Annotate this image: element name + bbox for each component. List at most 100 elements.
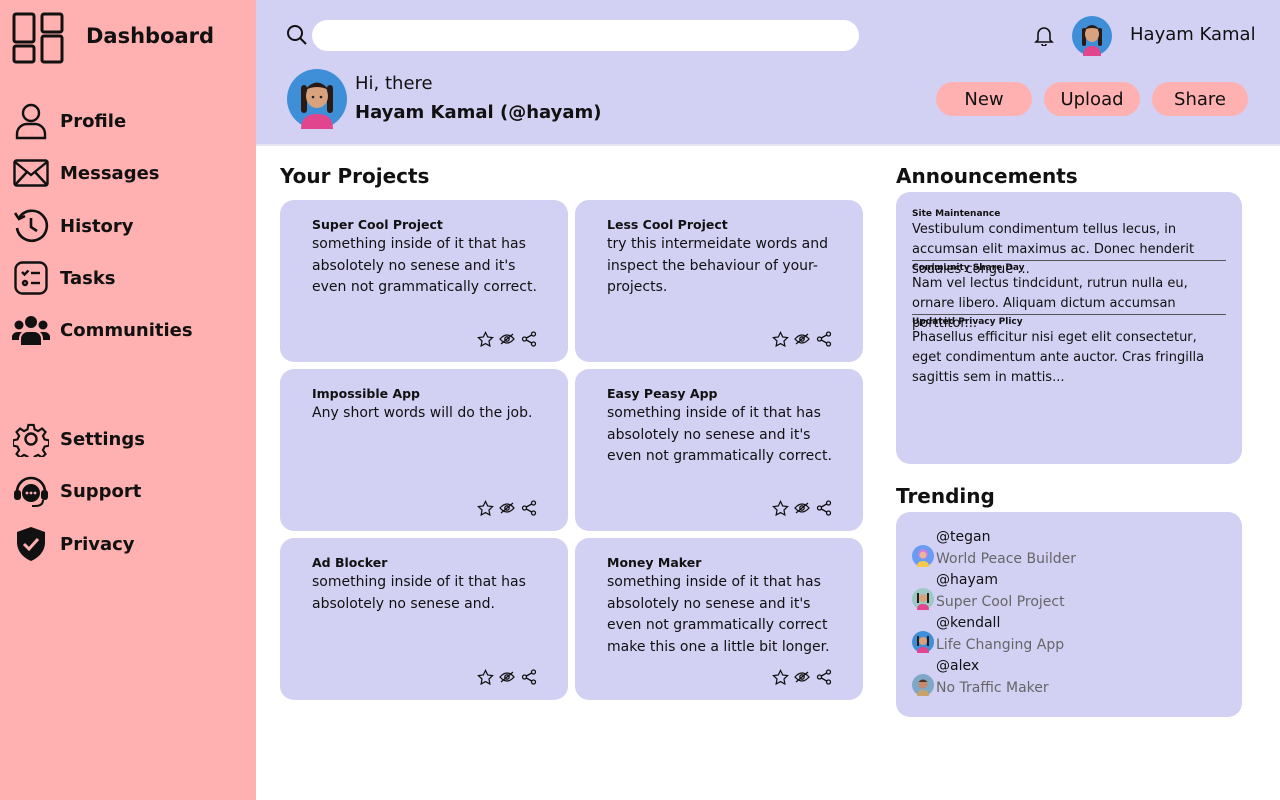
sidebar-item-label: History xyxy=(60,215,134,237)
shield-icon xyxy=(12,525,50,563)
share-icon[interactable] xyxy=(815,668,833,686)
sidebar-item-support[interactable]: Support xyxy=(12,471,141,511)
sidebar-item-communities[interactable]: Communities xyxy=(12,310,193,350)
divider xyxy=(912,260,1226,261)
star-icon[interactable] xyxy=(771,330,789,348)
trending-project: Super Cool Project xyxy=(936,594,1065,610)
upload-button[interactable]: Upload xyxy=(1044,82,1140,116)
user-name[interactable]: Hayam Kamal xyxy=(1130,24,1256,45)
share-button[interactable]: Share xyxy=(1152,82,1248,116)
star-icon[interactable] xyxy=(771,499,789,517)
sidebar-item-tasks[interactable]: Tasks xyxy=(12,258,116,298)
profile-avatar xyxy=(287,69,347,129)
sidebar-item-history[interactable]: History xyxy=(12,206,134,246)
trending-handle: @kendall xyxy=(936,615,1001,631)
avatar xyxy=(912,674,934,696)
avatar xyxy=(912,631,934,653)
hide-icon[interactable] xyxy=(793,668,811,686)
project-actions xyxy=(771,330,833,348)
sidebar-item-settings[interactable]: Settings xyxy=(12,419,145,459)
history-icon xyxy=(12,207,50,245)
avatar xyxy=(912,545,934,567)
project-card[interactable]: Less Cool Project try this intermeidate w… xyxy=(575,200,863,362)
share-icon[interactable] xyxy=(520,499,538,517)
project-actions xyxy=(476,499,538,517)
project-description: Any short words will do the job. xyxy=(312,405,533,421)
trending-project: No Traffic Maker xyxy=(936,680,1049,696)
sidebar-item-label: Settings xyxy=(60,428,145,450)
sidebar-title: Dashboard xyxy=(86,24,215,48)
hide-icon[interactable] xyxy=(793,499,811,517)
project-title: Ad Blocker xyxy=(312,555,388,570)
hide-icon[interactable] xyxy=(498,499,516,517)
sidebar: Dashboard Profile Messages History Tasks… xyxy=(0,0,256,800)
project-actions xyxy=(771,499,833,517)
project-card[interactable]: Impossible App Any short words will do th… xyxy=(280,369,568,531)
bell-icon[interactable] xyxy=(1033,24,1055,46)
project-title: Easy Peasy App xyxy=(607,386,718,401)
sidebar-item-messages[interactable]: Messages xyxy=(12,153,160,193)
sidebar-item-label: Profile xyxy=(60,110,127,132)
project-actions xyxy=(771,668,833,686)
sidebar-item-label: Support xyxy=(60,480,142,502)
project-actions xyxy=(476,330,538,348)
star-icon[interactable] xyxy=(771,668,789,686)
dashboard-icon xyxy=(12,12,64,64)
hide-icon[interactable] xyxy=(793,330,811,348)
trending-handle: @tegan xyxy=(936,529,991,545)
sidebar-item-label: Messages xyxy=(60,162,160,184)
project-actions xyxy=(476,668,538,686)
trending-title: Trending xyxy=(896,484,995,508)
sidebar-item-label: Privacy xyxy=(60,533,135,555)
hide-icon[interactable] xyxy=(498,330,516,348)
sidebar-item-label: Communities xyxy=(60,319,193,341)
star-icon[interactable] xyxy=(476,499,494,517)
project-card[interactable]: Money Maker something inside of it that h… xyxy=(575,538,863,700)
divider xyxy=(912,314,1226,315)
users-icon xyxy=(12,311,50,349)
trending-project: World Peace Builder xyxy=(936,551,1076,567)
greeting-name: Hayam Kamal (@hayam) xyxy=(355,102,602,123)
trending-handle: @hayam xyxy=(936,572,998,588)
brand xyxy=(12,12,64,64)
gear-icon xyxy=(12,420,50,458)
greeting: Hi, there xyxy=(355,73,433,94)
share-icon[interactable] xyxy=(815,499,833,517)
header: Hayam Kamal Hi, there Hayam Kamal (@haya… xyxy=(256,0,1280,146)
hide-icon[interactable] xyxy=(498,668,516,686)
announcements-panel: Site Maintenance Vestibulum condimentum … xyxy=(896,192,1242,464)
project-description: something inside of it that has absolote… xyxy=(312,236,537,295)
project-description: something inside of it that has absolote… xyxy=(607,405,832,464)
announcements-title: Announcements xyxy=(896,164,1078,188)
project-card[interactable]: Ad Blocker something inside of it that ha… xyxy=(280,538,568,700)
project-card[interactable]: Easy Peasy App something inside of it tha… xyxy=(575,369,863,531)
sidebar-item-label: Tasks xyxy=(60,267,116,289)
headset-icon xyxy=(12,472,50,510)
search-input[interactable] xyxy=(312,20,859,51)
sidebar-item-profile[interactable]: Profile xyxy=(12,101,126,141)
user-icon xyxy=(12,102,50,140)
share-icon[interactable] xyxy=(815,330,833,348)
project-card[interactable]: Super Cool Project something inside of it… xyxy=(280,200,568,362)
new-button[interactable]: New xyxy=(936,82,1032,116)
share-icon[interactable] xyxy=(520,668,538,686)
announcement-title: Updated Privacy Plicy xyxy=(912,317,1023,327)
announcement-text: Phasellus efficitur nisi eget elit conse… xyxy=(912,330,1205,385)
envelope-icon xyxy=(12,154,50,192)
project-title: Less Cool Project xyxy=(607,217,728,232)
project-description: something inside of it that has absolote… xyxy=(312,574,526,612)
announcement-title: Community Share Day xyxy=(912,263,1025,273)
star-icon[interactable] xyxy=(476,330,494,348)
announcement-title: Site Maintenance xyxy=(912,209,1001,219)
trending-handle: @alex xyxy=(936,658,980,674)
tasks-icon xyxy=(12,259,50,297)
search-icon[interactable] xyxy=(286,24,308,46)
star-icon[interactable] xyxy=(476,668,494,686)
trending-project: Life Changing App xyxy=(936,637,1065,653)
announcement-item[interactable]: Updated Privacy Plicy Phasellus efficitu… xyxy=(912,317,1226,388)
avatar[interactable] xyxy=(1072,16,1112,56)
project-title: Super Cool Project xyxy=(312,217,443,232)
share-icon[interactable] xyxy=(520,330,538,348)
sidebar-item-privacy[interactable]: Privacy xyxy=(12,524,135,564)
projects-title: Your Projects xyxy=(280,164,430,188)
